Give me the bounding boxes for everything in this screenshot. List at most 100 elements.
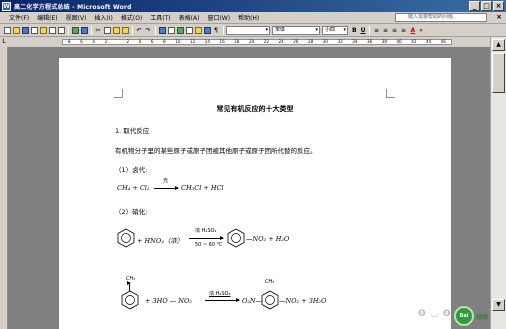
nitration-heading: （2）硝化: [115,208,148,216]
font-color-button[interactable]: A [410,27,415,34]
ruler-tick: 42 [411,39,417,44]
close-document-button[interactable]: × [496,13,502,21]
align-center-icon[interactable]: ≡ [381,26,389,34]
toolbar-separator [91,25,92,35]
equation-2-products: —NO₂ + H₂O [246,235,290,243]
ruler-tick: 14 [204,39,210,44]
menu-format[interactable]: 格式(O) [117,13,146,22]
equation-3-condition: 浓 H₂SO₄ [209,291,231,297]
save-icon[interactable] [21,26,29,34]
excel-icon[interactable] [176,26,184,34]
menu-help[interactable]: 帮助(H) [234,13,263,22]
open-folder-icon[interactable] [12,26,20,34]
maximize-button[interactable]: □ [481,1,492,11]
ruler-tick: 12 [190,39,196,44]
equation-3-nitro-left: O₂N— [242,297,263,305]
minimize-button[interactable]: _ [469,1,480,11]
font-size-dropdown[interactable]: 小四 [322,25,348,35]
style-dropdown[interactable] [226,25,270,35]
toolbar-separator [155,25,156,35]
print-icon[interactable] [48,26,56,34]
document-page[interactable]: 常见有机反应的十大类型 1. 取代反应 有机物分子里的某些原子或原子团被其他原子… [59,58,451,329]
menu-insert[interactable]: 插入(I) [90,13,116,22]
bold-button[interactable]: B [352,27,357,34]
print-preview-icon[interactable] [57,26,65,34]
ruler-tick: 6 [150,39,154,44]
word-app-icon[interactable]: W [2,1,11,11]
window-title: 高二化学方程式总结 - Microsoft Word [14,3,132,11]
justify-icon[interactable]: ≡ [399,26,407,34]
copy-icon[interactable] [103,26,111,34]
menu-bar: 文件(F) 编辑(E) 视图(V) 插入(I) 格式(O) 工具(T) 表格(A… [0,12,506,24]
menu-edit[interactable]: 编辑(E) [33,13,61,22]
ruler-tick: 40 [396,39,402,44]
ruler-tick: 36 [367,39,373,44]
halogenation-heading: （1）卤代: [115,166,148,174]
ruler-tick: 2 [126,39,130,44]
vertical-scrollbar[interactable]: ▲ ▼ [490,37,506,329]
reaction-arrow [205,298,240,302]
align-left-icon[interactable]: ≡ [372,26,380,34]
ruler-tick: 34 [352,39,358,44]
undo-icon[interactable]: ↶ [135,26,143,34]
research-icon[interactable] [80,26,88,34]
window-controls: _ □ × [469,1,504,11]
equation-2-condition-top: 浓 H₂SO₄ [195,228,217,234]
document-title: 常见有机反应的十大类型 [216,104,294,113]
help-search-input[interactable]: 键入需要帮助的问题 [395,13,487,22]
new-document-icon[interactable] [3,26,11,34]
show-hide-icon[interactable]: ¶ [212,26,220,34]
ruler-tick: 30 [322,39,328,44]
reaction-arrow [189,236,224,240]
paste-icon[interactable] [112,26,120,34]
columns-icon[interactable] [185,26,193,34]
ruler-tick: 8 [68,39,71,44]
trinitrotoluene-ring-icon [261,290,279,310]
document-map-icon[interactable] [203,26,211,34]
underline-button[interactable]: U [361,27,366,34]
ruler-tick: 4 [92,39,95,44]
hyperlink-icon[interactable] [158,26,166,34]
vertical-ruler[interactable] [0,47,8,329]
close-button[interactable]: × [493,1,504,11]
menu-tools[interactable]: 工具(T) [146,13,174,22]
toluene-ring-icon [121,290,139,310]
toolbar-options-icon[interactable]: » [417,26,425,34]
word-window: W 高二化学方程式总结 - Microsoft Word _ □ × 文件(F)… [0,0,506,329]
menu-file[interactable]: 文件(F) [0,13,33,22]
toolbar-separator [132,25,133,35]
redo-icon[interactable]: ↷ [144,26,152,34]
ruler-tick: 24 [278,39,284,44]
equation-1-condition: 光 [163,178,169,184]
toolbar-separator [223,25,224,35]
ruler-tick: 10 [175,39,181,44]
menu-window[interactable]: 窗口(W) [203,13,234,22]
align-right-icon[interactable]: ≡ [390,26,398,34]
ruler-tick: 46 [440,39,446,44]
ruler-tick: 20 [249,39,255,44]
menu-view[interactable]: 视图(V) [62,13,91,22]
cut-icon[interactable]: ✂ [94,26,102,34]
scroll-up-button[interactable]: ▲ [492,39,505,51]
equation-1-reactants: CH₄ + Cl₂ [117,184,150,192]
font-name-dropdown[interactable]: 宋体 [272,25,320,35]
tab-selector-icon[interactable]: L [0,37,8,47]
baidu-jingyan-watermark: ʘ ◡ ʘ Bai 经验 [416,303,504,327]
equation-3-products: —NO₂ + 3H₂O [279,297,327,305]
permission-icon[interactable] [30,26,38,34]
table-icon[interactable] [167,26,175,34]
spelling-icon[interactable] [71,26,79,34]
scroll-thumb[interactable] [492,53,505,93]
equation-1-products: CH₃Cl + HCl [181,184,224,192]
ruler-tick: 26 [293,39,299,44]
horizontal-ruler[interactable]: L 8 6 4 2 2 4 6 8 10 12 14 16 18 20 22 2… [0,37,490,47]
ruler-tick: 8 [163,39,166,44]
drawing-icon[interactable] [194,26,202,34]
ruler-tick: 28 [308,39,314,44]
format-painter-icon[interactable] [121,26,129,34]
paw-logo-icon: ʘ ◡ ʘ [418,309,452,319]
email-icon[interactable] [39,26,47,34]
equation-3-reagent: + 3HO — NO₂ [145,297,192,305]
ruler-tick: 4 [138,39,142,44]
menu-table[interactable]: 表格(A) [175,13,204,22]
